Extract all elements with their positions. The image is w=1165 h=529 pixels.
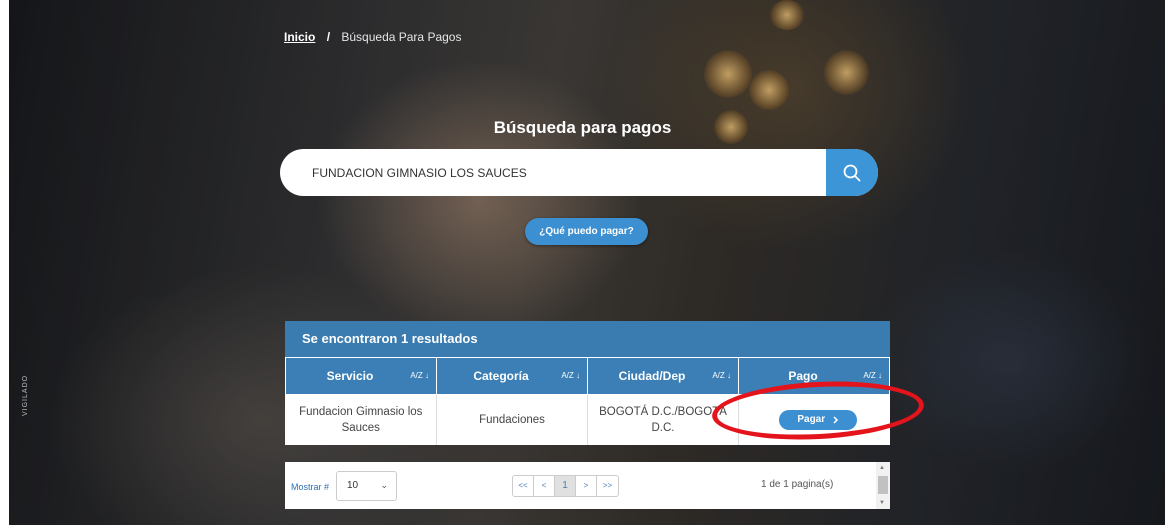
background-shade (9, 0, 1165, 525)
column-header-categoria[interactable]: Categoría A/Z ↓ (436, 357, 588, 395)
breadcrumb-separator: / (326, 30, 331, 44)
breadcrumb-home-link[interactable]: Inicio (284, 30, 315, 44)
breadcrumb: Inicio / Búsqueda Para Pagos (284, 30, 461, 44)
next-page-button[interactable]: > (576, 476, 597, 496)
sort-icon[interactable]: A/Z ↓ (410, 371, 429, 380)
column-header-ciudad[interactable]: Ciudad/Dep A/Z ↓ (587, 357, 739, 395)
results-heading: Se encontraron 1 resultados (285, 321, 890, 357)
page-info: 1 de 1 pagina(s) (761, 479, 834, 490)
column-label: Categoría (473, 369, 529, 383)
what-can-i-pay-button[interactable]: ¿Qué puedo pagar? (525, 218, 648, 245)
pagination-bar: Mostrar # 10 ⌄ << < 1 > >> 1 de 1 pagina… (285, 462, 890, 509)
breadcrumb-current: Búsqueda Para Pagos (341, 30, 462, 44)
hero-background (9, 0, 1165, 525)
column-header-servicio[interactable]: Servicio A/Z ↓ (285, 357, 437, 395)
pagination-controls: << < 1 > >> (512, 475, 619, 497)
scrollbar[interactable]: ▲ ▼ (876, 462, 890, 509)
search-icon (843, 164, 861, 181)
search-bar (280, 149, 878, 196)
vigilado-label: VIGILADO (22, 374, 29, 416)
page-size-value: 10 (347, 480, 359, 491)
page-size-select[interactable]: 10 ⌄ (336, 471, 397, 501)
page-size-label: Mostrar # (291, 482, 330, 492)
scroll-up-icon[interactable]: ▲ (879, 465, 885, 471)
chevron-down-icon: ⌄ (380, 480, 388, 490)
search-input[interactable] (280, 149, 825, 196)
column-label: Ciudad/Dep (618, 369, 686, 383)
sort-icon[interactable]: A/Z ↓ (561, 371, 580, 380)
scroll-down-icon[interactable]: ▼ (879, 500, 885, 506)
scrollbar-thumb[interactable] (878, 476, 888, 494)
last-page-button[interactable]: >> (597, 476, 618, 496)
cell-servicio: Fundacion Gimnasio los Sauces (285, 394, 437, 445)
page-title: Búsqueda para pagos (493, 118, 672, 137)
column-label: Pago (788, 369, 818, 383)
first-page-button[interactable]: << (513, 476, 534, 496)
sort-icon[interactable]: A/Z ↓ (863, 371, 882, 380)
column-label: Servicio (326, 369, 374, 383)
page-number-button[interactable]: 1 (555, 476, 576, 496)
sort-icon[interactable]: A/Z ↓ (712, 371, 731, 380)
search-button[interactable] (826, 149, 878, 196)
cell-categoria: Fundaciones (436, 394, 588, 445)
prev-page-button[interactable]: < (534, 476, 555, 496)
